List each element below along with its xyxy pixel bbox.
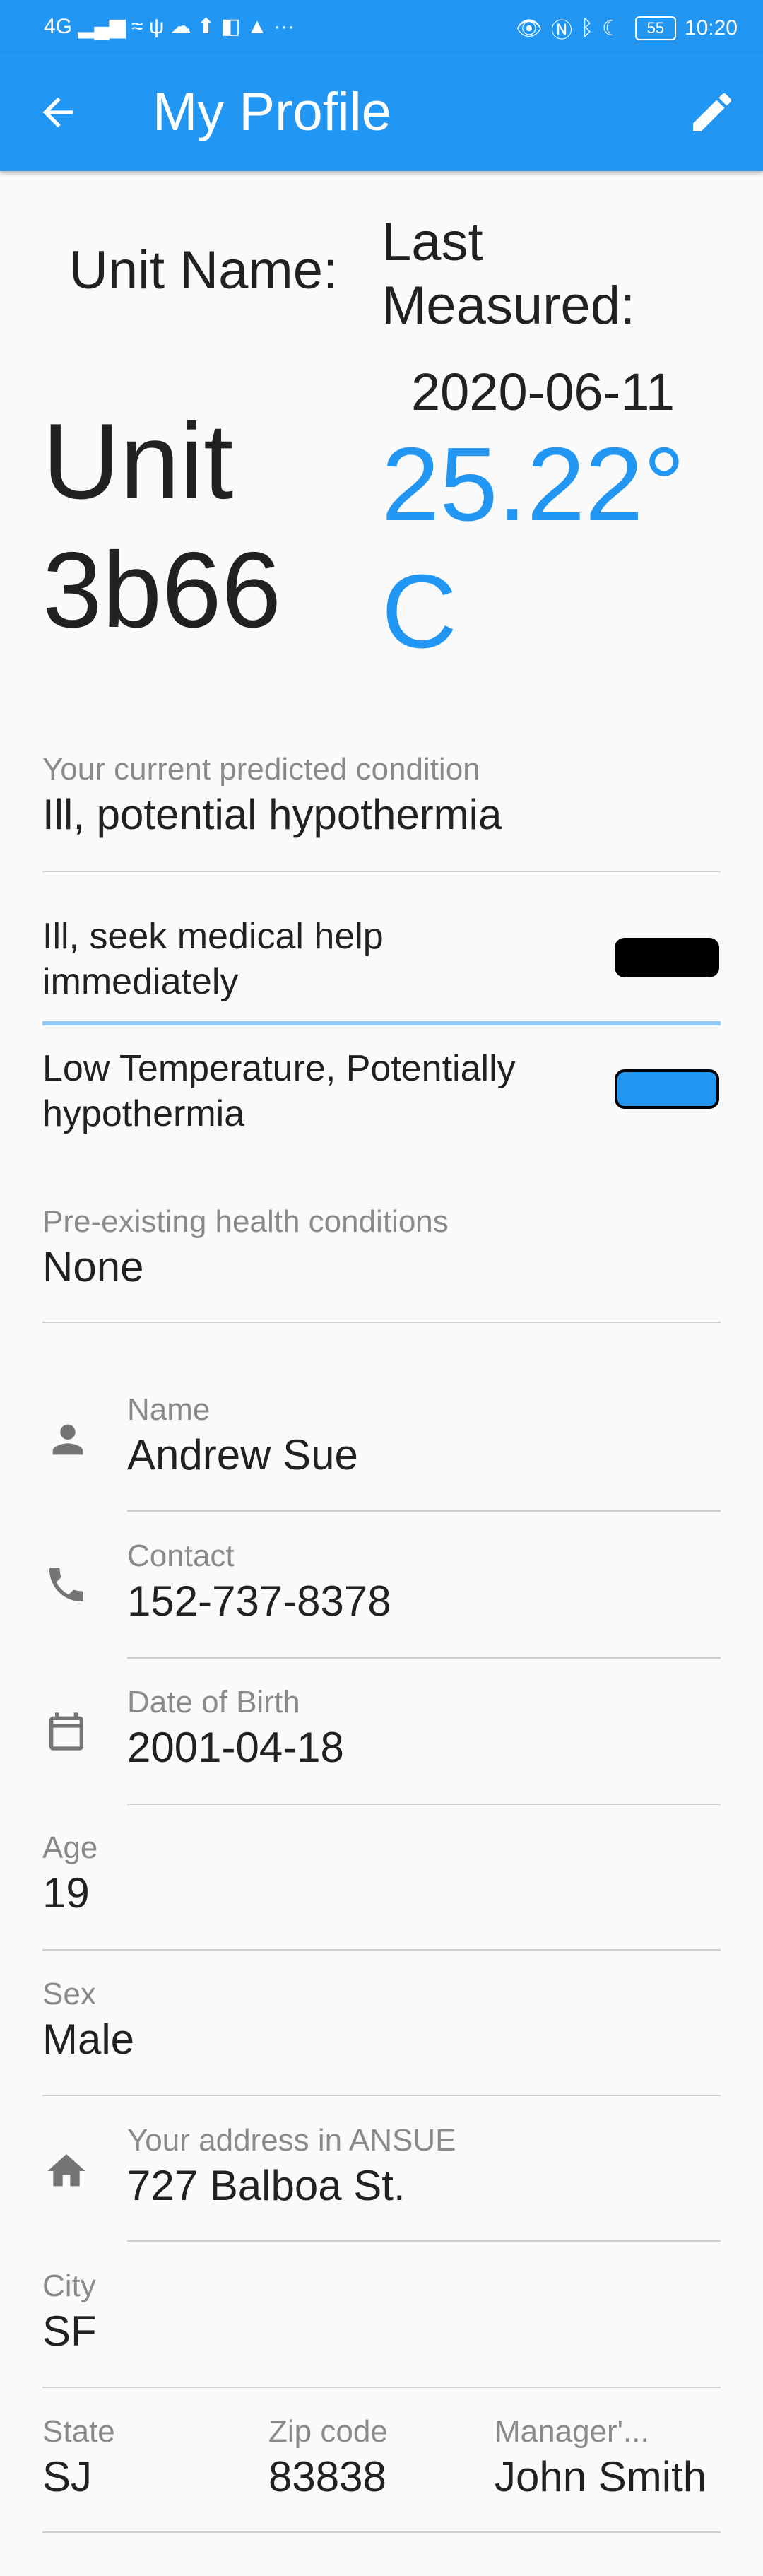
city-field[interactable]: City SF [42,2267,721,2358]
preexisting-value: None [42,1243,144,1290]
sex-label: Sex [42,1977,96,2011]
home-icon [44,2148,89,2194]
last-measured-label: Last Measured: [382,212,636,336]
status-icons: 4G ▂▄▆ ≈ ψ ☁ ⬆ ◧ ▲ ··· [44,15,295,38]
time: 10:20 [684,16,738,40]
back-arrow-icon[interactable] [35,90,81,135]
moon-icon: ☾ [602,16,621,40]
state-field[interactable]: State SJ [42,2413,240,2503]
status-bar-right: 👁 Ⓝ ᛒ ☾ 55 10:20 [516,13,738,44]
zip-value: 83838 [268,2453,386,2500]
status-divider [42,1021,721,1025]
contact-field[interactable]: Contact 152-737-8378 [127,1537,721,1628]
address-field[interactable]: Your address in ANSUE 727 Balboa St. [127,2122,721,2212]
measured-date: 2020-06-11 [411,363,675,421]
bluetooth-icon: ᛒ [581,16,594,40]
city-value: SF [42,2307,97,2355]
contact-label: Contact [127,1539,235,1573]
status-row-1-text: Ill, seek medical help immediately [42,916,384,1002]
condition-value: Ill, potential hypothermia [42,791,502,838]
preexisting-label: Pre-existing health conditions [42,1204,449,1239]
manager-field[interactable]: Manager'... John Smith [495,2413,721,2503]
eye-icon: 👁 [515,16,543,40]
divider [127,1657,721,1659]
nfc-icon: Ⓝ [551,19,573,42]
preexisting-field[interactable]: Pre-existing health conditions None [42,1203,721,1293]
divider [42,2095,721,2096]
divider [42,1322,721,1323]
app-bar: My Profile [0,53,763,171]
dob-value: 2001-04-18 [127,1724,344,1771]
divider [42,871,721,872]
age-value: 19 [42,1869,90,1917]
condition-label: Your current predicted condition [42,752,480,787]
calendar-icon[interactable] [44,1709,89,1754]
dob-label: Date of Birth [127,1685,300,1719]
status-row-2-color-badge [615,1069,719,1109]
age-field[interactable]: Age 19 [42,1829,721,1919]
state-label: State [42,2414,115,2449]
manager-label: Manager'... [495,2414,649,2449]
status-row-1-color-badge [615,938,719,977]
sex-field[interactable]: Sex Male [42,1975,721,2066]
zip-label: Zip code [268,2414,388,2449]
battery-indicator: 55 [634,16,676,40]
condition-field: Your current predicted condition Ill, po… [42,751,721,841]
name-value: Andrew Sue [127,1431,358,1478]
state-value: SJ [42,2453,93,2500]
edit-pencil-icon[interactable] [687,87,738,138]
page-title: My Profile [153,82,391,142]
city-label: City [42,2269,96,2303]
back-arrow-icon-svg [42,97,73,128]
sex-value: Male [42,2016,135,2063]
address-label: Your address in ANSUE [127,2123,456,2158]
temperature-value: 25.22° C [382,426,685,670]
status-bar-left: 4G ▂▄▆ ≈ ψ ☁ ⬆ ◧ ▲ ··· [44,14,295,39]
status-bar: 4G ▂▄▆ ≈ ψ ☁ ⬆ ◧ ▲ ··· 👁 Ⓝ ᛒ ☾ 55 10:20 [0,0,763,53]
name-field[interactable]: Name Andrew Sue [127,1391,721,1481]
name-label: Name [127,1392,211,1427]
address-value: 727 Balboa St. [127,2162,406,2209]
phone-icon [44,1562,89,1607]
zip-field[interactable]: Zip code 83838 [268,2413,466,2503]
edit-pencil-icon-svg [693,93,732,131]
divider [42,2387,721,2388]
divider [127,1510,721,1512]
age-label: Age [42,1830,98,1865]
contact-value: 152-737-8378 [127,1577,391,1625]
divider [127,2240,721,2242]
dob-field[interactable]: Date of Birth 2001-04-18 [127,1683,721,1774]
divider [42,1949,721,1951]
unit-name-value: Unit 3b66 [42,401,282,650]
unit-name-label: Unit Name: [69,240,338,300]
status-row-2-text: Low Temperature, Potentially hypothermia [42,1048,516,1134]
manager-value: John Smith [495,2453,707,2500]
person-icon [45,1417,90,1462]
divider [127,1804,721,1805]
divider [42,2531,721,2533]
